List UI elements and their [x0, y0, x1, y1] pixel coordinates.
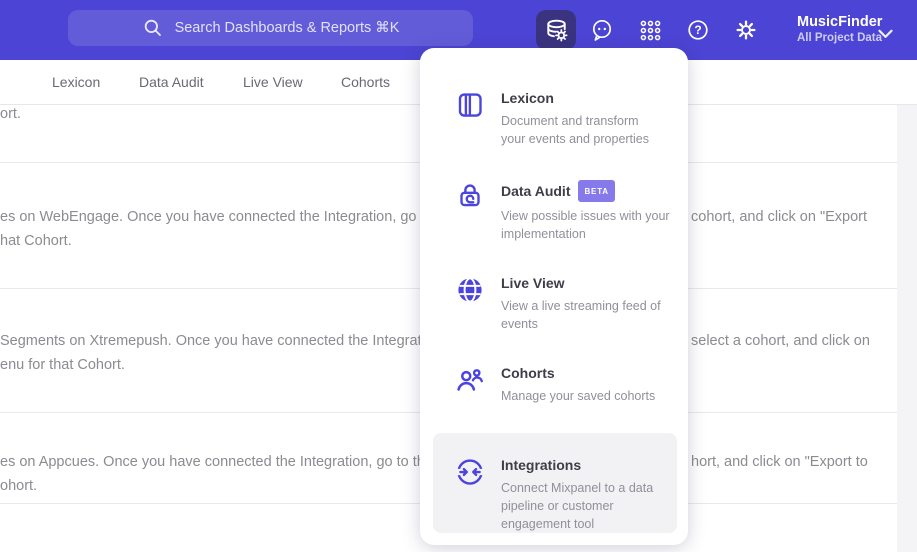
project-scope: All Project Data — [797, 32, 882, 44]
help-icon: ? — [686, 18, 710, 42]
integration-row-text-fragment: hort, and click on "Export to — [691, 454, 868, 470]
integration-row-text-fragment: cohort, and click on "Export — [691, 209, 868, 225]
menu-item-description: Connect Mixpanel to a data pipeline or c… — [501, 481, 654, 531]
menu-item-cohorts[interactable]: Cohorts Manage your saved cohorts — [455, 365, 655, 405]
content-scroll-gutter — [897, 105, 917, 552]
svg-text:?: ? — [694, 23, 701, 37]
navigation-dropdown-panel: Lexicon Document and transform your even… — [420, 48, 688, 545]
integration-row-text: ort. — [0, 106, 21, 122]
integrations-sync-icon — [455, 457, 485, 487]
lexicon-book-icon — [455, 90, 485, 120]
settings-button[interactable] — [728, 12, 764, 48]
data-management-icon — [543, 17, 570, 44]
integration-row-text-fragment: select a cohort, and click on — [691, 333, 870, 349]
search-icon — [142, 17, 164, 39]
menu-item-title: Data Audit BETA — [501, 180, 670, 202]
beta-badge: BETA — [578, 180, 615, 202]
settings-gear-icon — [734, 18, 758, 42]
menu-item-data-audit[interactable]: Data Audit BETA View possible issues with… — [455, 180, 670, 243]
apps-grid-button[interactable] — [632, 12, 668, 48]
menu-item-lexicon[interactable]: Lexicon Document and transform your even… — [455, 90, 649, 148]
menu-item-description: Document and transform your events and p… — [501, 114, 650, 146]
menu-item-title: Cohorts — [501, 365, 555, 381]
cohorts-users-icon — [455, 365, 485, 395]
feedback-bubble-icon — [590, 18, 614, 42]
menu-item-description: View a live streaming feed of events — [501, 299, 661, 331]
data-management-button[interactable] — [536, 10, 576, 50]
search-input[interactable]: Search Dashboards & Reports ⌘K — [68, 10, 473, 46]
project-switcher[interactable]: MusicFinder All Project Data — [797, 13, 882, 46]
chevron-down-icon[interactable] — [878, 26, 893, 44]
menu-item-integrations[interactable]: Integrations Connect Mixpanel to a data … — [455, 457, 653, 533]
integration-row-text: es on Appcues. Once you have connected t… — [0, 454, 449, 494]
menu-item-title: Live View — [501, 275, 565, 291]
menu-item-title: Lexicon — [501, 90, 554, 106]
feedback-button[interactable] — [584, 12, 620, 48]
data-audit-lock-icon — [455, 180, 485, 210]
menu-item-description: Manage your saved cohorts — [501, 389, 656, 403]
integration-row-text: Segments on Xtremepush. Once you have co… — [0, 333, 445, 373]
integration-row-text: es on WebEngage. Once you have connected… — [0, 209, 457, 249]
project-name: MusicFinder — [797, 14, 883, 30]
app-root: ort. es on WebEngage. Once you have conn… — [0, 0, 917, 552]
tab-live-view[interactable]: Live View — [243, 60, 303, 104]
help-button[interactable]: ? — [680, 12, 716, 48]
tab-cohorts[interactable]: Cohorts — [341, 60, 390, 104]
menu-item-live-view[interactable]: Live View View a live streaming feed of … — [455, 275, 661, 333]
tab-lexicon[interactable]: Lexicon — [52, 60, 100, 104]
live-view-globe-icon — [455, 275, 485, 305]
apps-grid-icon — [639, 19, 662, 42]
menu-item-title: Integrations — [501, 457, 582, 473]
menu-item-description: View possible issues with your implement… — [501, 209, 670, 241]
menu-item-title-text: Data Audit — [501, 183, 571, 199]
tab-data-audit[interactable]: Data Audit — [139, 60, 204, 104]
search-placeholder: Search Dashboards & Reports ⌘K — [174, 20, 400, 36]
